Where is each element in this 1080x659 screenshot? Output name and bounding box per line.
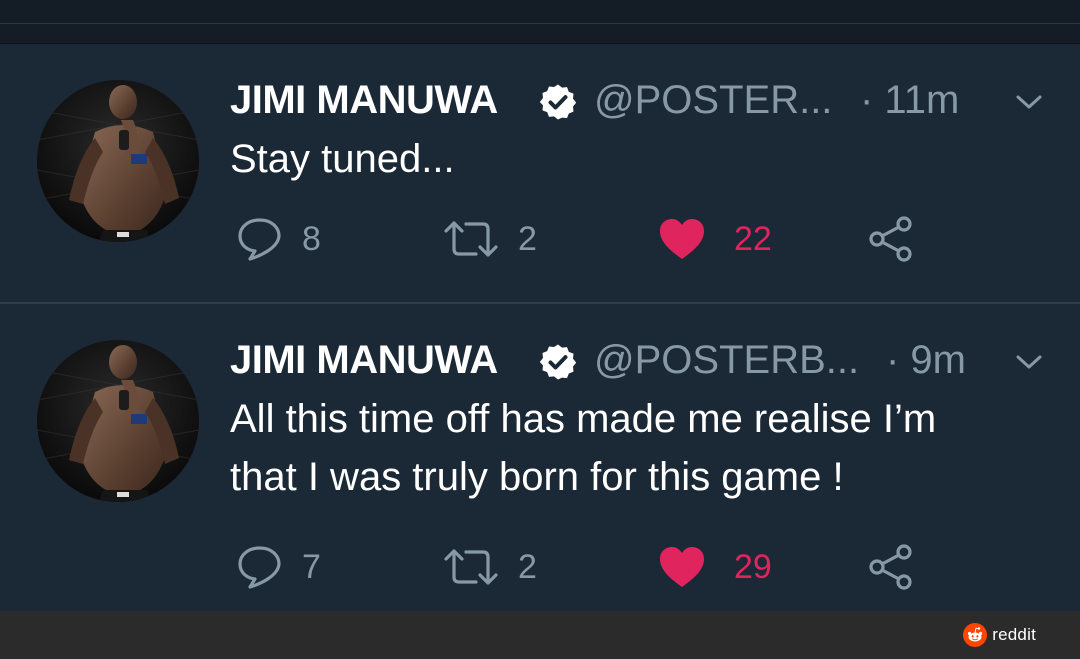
share-icon bbox=[869, 216, 912, 262]
handle[interactable]: @POSTER... bbox=[594, 78, 832, 123]
retweet-count: 2 bbox=[518, 219, 537, 258]
tweet-text-line: All this time off has made me realise I’… bbox=[230, 397, 937, 441]
chevron-down-icon[interactable] bbox=[1014, 352, 1044, 372]
display-name[interactable]: JIMI MANUWA bbox=[230, 78, 498, 123]
reddit-alien-icon bbox=[963, 623, 988, 647]
tweet[interactable]: JIMI MANUWA @POSTER... · 11m Stay tuned.… bbox=[0, 44, 1080, 302]
top-divider bbox=[0, 23, 1080, 24]
retweet-icon bbox=[444, 221, 498, 257]
tweet-header: JIMI MANUWA @POSTERB... · 9m bbox=[230, 338, 1060, 386]
tweet-text-line: Stay tuned... bbox=[230, 137, 455, 181]
reddit-logo: reddit bbox=[963, 623, 1036, 647]
like-count: 29 bbox=[734, 547, 772, 586]
like-count: 22 bbox=[734, 219, 772, 258]
like-button[interactable]: 22 bbox=[658, 214, 772, 264]
reply-icon bbox=[238, 546, 281, 589]
reply-icon bbox=[238, 218, 281, 261]
tweet[interactable]: JIMI MANUWA @POSTERB... · 9m All this ti… bbox=[0, 304, 1080, 611]
tweet-text: All this time off has made me realise I’… bbox=[230, 390, 936, 506]
timestamp[interactable]: · 11m bbox=[860, 78, 959, 123]
heart-icon bbox=[660, 219, 704, 259]
display-name[interactable]: JIMI MANUWA bbox=[230, 338, 498, 383]
tweet-actions: 7 2 29 bbox=[230, 542, 930, 592]
tweet-header: JIMI MANUWA @POSTER... · 11m bbox=[230, 78, 1060, 126]
avatar[interactable] bbox=[37, 340, 199, 502]
handle[interactable]: @POSTERB... bbox=[594, 338, 859, 383]
reddit-wordmark: reddit bbox=[992, 625, 1036, 644]
tweet-actions: 8 2 22 bbox=[230, 214, 930, 264]
retweet-count: 2 bbox=[518, 547, 537, 586]
verified-badge-icon bbox=[539, 344, 577, 380]
top-strip bbox=[0, 0, 1080, 44]
tweet-text-line: that I was truly born for this game ! bbox=[230, 455, 844, 499]
reply-button[interactable]: 8 bbox=[236, 214, 321, 264]
verified-badge-icon bbox=[539, 84, 577, 120]
reply-count: 8 bbox=[302, 219, 321, 258]
retweet-button[interactable]: 2 bbox=[442, 214, 537, 264]
timestamp[interactable]: · 9m bbox=[886, 338, 966, 383]
reddit-watermark-bar: reddit bbox=[0, 611, 1080, 659]
share-button[interactable] bbox=[868, 542, 916, 592]
like-button[interactable]: 29 bbox=[658, 542, 772, 592]
heart-icon bbox=[660, 547, 704, 587]
share-button[interactable] bbox=[868, 214, 916, 264]
share-icon bbox=[869, 544, 912, 590]
reply-button[interactable]: 7 bbox=[236, 542, 321, 592]
reply-count: 7 bbox=[302, 547, 321, 586]
chevron-down-icon[interactable] bbox=[1014, 92, 1044, 112]
retweet-button[interactable]: 2 bbox=[442, 542, 537, 592]
tweet-text: Stay tuned... bbox=[230, 130, 455, 188]
avatar[interactable] bbox=[37, 80, 199, 242]
retweet-icon bbox=[444, 549, 498, 585]
